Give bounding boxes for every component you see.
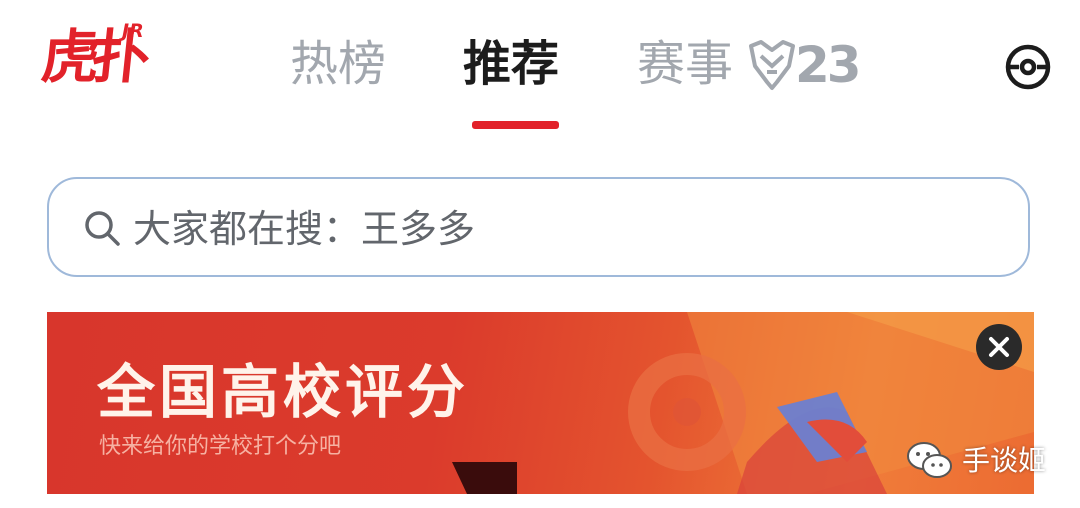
banner-title: 全国高校评分 (97, 358, 470, 426)
trophy-icon (749, 40, 795, 90)
wechat-icon (907, 442, 952, 478)
search-input[interactable]: 大家都在搜：王多多 (133, 203, 475, 255)
circle-target-icon[interactable] (1004, 43, 1052, 91)
banner-subtitle: 快来给你的学校打个分吧 (99, 434, 342, 459)
search-icon (85, 211, 120, 246)
close-icon[interactable] (974, 322, 1024, 372)
tab-events[interactable]: 赛事 (637, 32, 733, 96)
active-tab-indicator (472, 121, 559, 129)
tab-hot[interactable]: 热榜 (290, 32, 386, 96)
worlds-trophy-badge[interactable]: 23 (747, 36, 862, 94)
app-logo: 虎扑 JR (38, 18, 154, 110)
tab-recommend[interactable]: 推荐 (463, 32, 559, 96)
event-badge-number: 23 (795, 36, 862, 94)
promo-banner[interactable]: 全国高校评分 快来给你的学校打个分吧 (47, 312, 1034, 494)
search-bar[interactable]: 大家都在搜：王多多 (47, 177, 1030, 277)
watermark: 手谈姬 (904, 438, 1054, 484)
watermark-text: 手谈姬 (962, 444, 1047, 477)
logo-badge: JR (122, 20, 144, 42)
